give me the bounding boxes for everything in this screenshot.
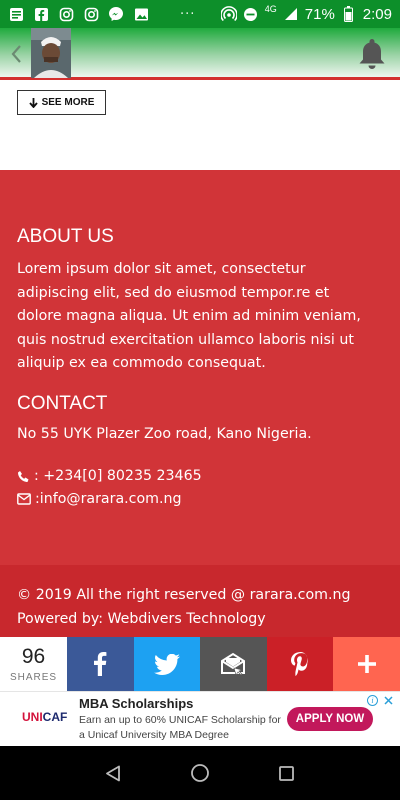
share-count: 96 SHARES <box>0 637 67 691</box>
bell-icon <box>359 39 385 69</box>
see-more-button[interactable]: SEE MORE <box>17 90 106 115</box>
phone-number: : +234[0] 80235 23465 <box>34 468 202 484</box>
chevron-left-icon <box>11 45 21 63</box>
share-email-button[interactable] <box>200 637 267 691</box>
ad-logo-prefix: UNI <box>22 710 43 724</box>
nav-recents-button[interactable] <box>276 762 298 784</box>
ad-logo-suffix: CAF <box>42 710 68 724</box>
nav-back-button[interactable] <box>102 762 124 784</box>
share-facebook-button[interactable] <box>67 637 134 691</box>
share-twitter-button[interactable] <box>133 637 201 691</box>
ad-close-button[interactable] <box>381 693 395 707</box>
status-bar: ··· 4G 71% 2:09 <box>0 0 400 28</box>
gallery-icon <box>133 6 149 22</box>
ad-title: MBA Scholarships <box>79 696 194 711</box>
circle-home-icon <box>191 764 209 782</box>
copyright-text: © 2019 All the right reserved @ rarara.c… <box>17 587 351 603</box>
contact-address: No 55 UYK Plazer Zoo road, Kano Nigeria. <box>17 426 312 442</box>
back-button[interactable] <box>6 42 26 66</box>
powered-by-text[interactable]: Powered by: Webdivers Technology <box>17 611 266 627</box>
close-icon <box>383 695 393 705</box>
ad-info-icon[interactable]: i <box>367 695 378 706</box>
contact-email[interactable]: :info@rarara.com.ng <box>17 491 181 507</box>
share-count-label: SHARES <box>9 672 58 683</box>
nav-home-button[interactable] <box>189 762 211 784</box>
share-count-number: 96 <box>21 645 46 668</box>
notifications-button[interactable] <box>356 36 388 72</box>
phone-icon <box>18 470 29 482</box>
about-heading: ABOUT US <box>17 226 114 247</box>
ad-banner[interactable]: UNICAF MBA Scholarships Earn an up to 60… <box>0 691 400 746</box>
site-footer: ABOUT US Lorem ipsum dolor sit amet, con… <box>0 170 400 565</box>
share-bar: 96 SHARES <box>0 637 400 691</box>
square-recents-icon <box>279 765 295 781</box>
contact-heading: CONTACT <box>17 393 108 414</box>
screen: ··· 4G 71% 2:09 SEE MORE ABOUT US Lorem … <box>0 0 400 800</box>
twitter-icon <box>153 653 180 675</box>
plus-icon <box>357 655 376 673</box>
news-icon <box>8 6 24 22</box>
hotspot-icon <box>220 6 237 22</box>
facebook-icon <box>33 6 49 22</box>
facebook-f-icon <box>94 652 107 676</box>
instagram-icon <box>58 6 74 22</box>
instagram-icon-2 <box>83 6 99 22</box>
messenger-icon <box>108 6 124 22</box>
battery-icon <box>341 6 357 22</box>
share-more-button[interactable] <box>333 637 400 691</box>
email-share-icon <box>221 652 246 676</box>
email-address: :info@rarara.com.ng <box>35 491 182 507</box>
signal-icon <box>283 6 299 22</box>
clock: 2:09 <box>362 5 392 23</box>
share-pinterest-button[interactable] <box>266 637 334 691</box>
copyright-band: © 2019 All the right reserved @ rarara.c… <box>0 565 400 637</box>
notification-icons: ··· <box>8 6 195 22</box>
see-more-label: SEE MORE <box>41 97 95 108</box>
system-nav-bar <box>0 746 400 800</box>
app-header <box>0 28 400 80</box>
more-notifications-indicator: ··· <box>180 6 196 22</box>
ad-description: Earn an up to 60% UNICAF Scholarship for… <box>79 714 281 741</box>
envelope-icon <box>17 493 31 505</box>
status-indicators: 4G 71% 2:09 <box>220 4 392 23</box>
battery-percent: 71% <box>304 5 335 23</box>
apply-now-button[interactable]: APPLY NOW <box>287 707 373 731</box>
network-type-label: 4G <box>264 4 277 14</box>
about-text: Lorem ipsum dolor sit amet, consectetur … <box>17 261 361 371</box>
ad-logo: UNICAF <box>22 710 67 724</box>
do-not-disturb-icon <box>243 6 259 22</box>
avatar[interactable] <box>31 28 71 78</box>
contact-phone[interactable]: : +234[0] 80235 23465 <box>17 468 202 484</box>
pinterest-icon <box>291 652 308 676</box>
arrow-down-icon <box>28 97 38 108</box>
triangle-back-icon <box>106 765 121 781</box>
